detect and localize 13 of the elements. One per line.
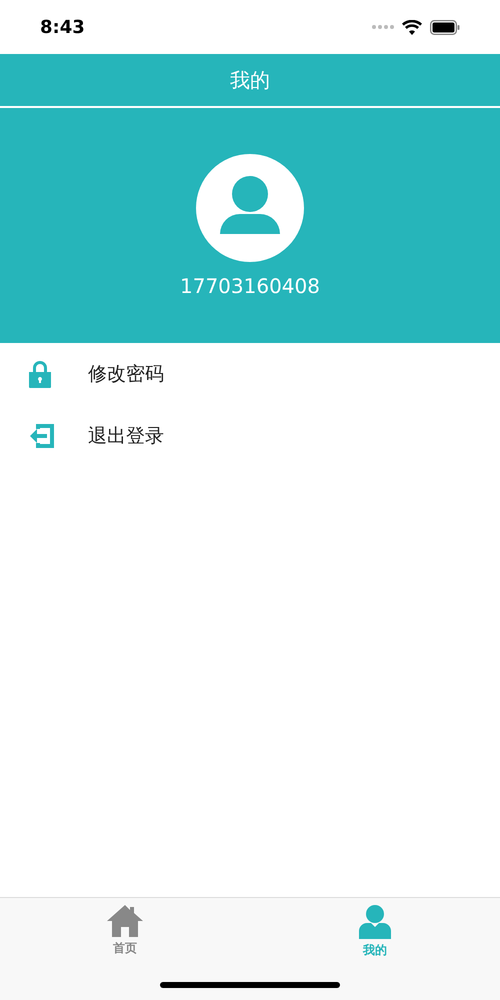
home-icon bbox=[106, 904, 144, 938]
page-title: 我的 bbox=[230, 66, 270, 94]
battery-icon bbox=[430, 20, 460, 34]
exit-icon bbox=[28, 423, 56, 449]
avatar-icon bbox=[196, 154, 304, 262]
signal-icon bbox=[372, 25, 394, 29]
status-time: 8:43 bbox=[40, 16, 85, 38]
menu-item[interactable]: 退出登录 bbox=[0, 405, 500, 467]
phone-number: 17703160408 bbox=[180, 274, 320, 298]
person-icon bbox=[358, 904, 392, 940]
wifi-icon bbox=[402, 20, 422, 34]
lock-icon bbox=[28, 360, 52, 388]
menu-item[interactable]: 修改密码 bbox=[0, 343, 500, 405]
